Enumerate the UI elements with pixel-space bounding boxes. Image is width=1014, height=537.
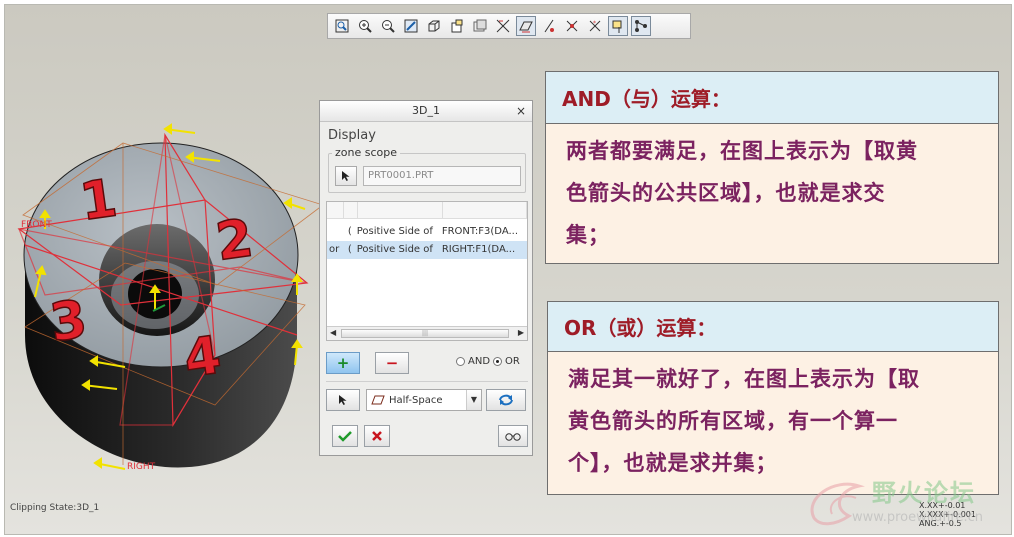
preview-button[interactable] xyxy=(498,425,528,447)
forum-watermark: 野火论坛 www.proewildfire.cn xyxy=(800,468,1000,530)
or-label: OR xyxy=(505,356,520,367)
horizontal-scrollbar[interactable]: ◀ ||| ▶ xyxy=(327,326,527,340)
list-row-right[interactable]: or ( Positive Side of RIGHT:F1(DA... xyxy=(327,241,527,259)
datum-front-label: FRONT xyxy=(21,220,52,230)
zoom-out-icon[interactable] xyxy=(378,16,398,36)
reference-field[interactable]: PRT0001.PRT xyxy=(363,166,521,186)
layers-icon[interactable] xyxy=(470,16,490,36)
flip-icon xyxy=(499,394,513,406)
combo-value: Half-Space xyxy=(389,394,443,406)
and-radio[interactable] xyxy=(456,357,465,366)
pointer-icon xyxy=(339,395,347,405)
close-icon[interactable]: × xyxy=(516,101,526,121)
chevron-down-icon[interactable]: ▼ xyxy=(466,390,481,410)
coordinate-system-icon[interactable] xyxy=(562,16,582,36)
or-radio[interactable] xyxy=(493,357,503,366)
annotations-icon[interactable]: * xyxy=(585,16,605,36)
half-space-icon xyxy=(371,395,385,405)
reference-list[interactable]: ( Positive Side of FRONT:F3(DA... or ( P… xyxy=(326,201,528,341)
svg-text:*: * xyxy=(593,20,596,27)
zoom-in-icon[interactable] xyxy=(355,16,375,36)
model-tree-icon[interactable] xyxy=(631,16,651,36)
flip-button[interactable] xyxy=(486,389,526,411)
datum-points-icon[interactable] xyxy=(539,16,559,36)
or-panel-title: OR（或）运算： xyxy=(548,302,998,352)
operator-radio-group: AND OR xyxy=(456,356,520,367)
saved-views-icon[interactable] xyxy=(447,16,467,36)
glasses-icon xyxy=(505,433,521,441)
list-header xyxy=(327,202,527,219)
cross-section-dialog: 3D_1 × Display PRT0001.PRT zone scope ( … xyxy=(319,100,533,456)
refit-icon[interactable] xyxy=(332,16,352,36)
spin-center-icon[interactable] xyxy=(608,16,628,36)
and-label: AND xyxy=(468,356,491,367)
dialog-title: 3D_1 xyxy=(412,104,440,117)
datum-planes-icon[interactable] xyxy=(493,16,513,36)
half-space-combo[interactable]: Half-Space ▼ xyxy=(366,389,482,411)
cancel-button[interactable] xyxy=(364,425,390,447)
and-panel-body: 两者都要满足，在图上表示为【取黄 色箭头的公共区域】，也就是求交 集； xyxy=(546,124,998,256)
and-panel-title: AND（与）运算： xyxy=(546,72,998,124)
list-row-front[interactable]: ( Positive Side of FRONT:F3(DA... xyxy=(327,223,527,241)
pointer-icon xyxy=(342,171,350,181)
and-panel-line: 色箭头的公共区域】，也就是求交 xyxy=(566,181,886,205)
display-style-icon[interactable] xyxy=(424,16,444,36)
part-model[interactable]: 1 2 3 4 FRONT RIGHT xyxy=(5,5,325,534)
remove-button[interactable]: − xyxy=(375,352,409,374)
scroll-right-icon[interactable]: ▶ xyxy=(518,328,524,337)
zone-scope-label: zone scope xyxy=(332,146,400,159)
display-section-label: Display xyxy=(328,128,376,143)
watermark-title: 野火论坛 xyxy=(872,479,976,507)
repaint-icon[interactable] xyxy=(401,16,421,36)
plus-icon: + xyxy=(336,354,350,372)
clipping-state-text: Clipping State:3D_1 xyxy=(10,503,100,513)
dialog-divider xyxy=(326,381,528,382)
select-reference-button[interactable] xyxy=(335,166,357,186)
scroll-thumb[interactable]: ||| xyxy=(341,329,509,338)
or-panel-body: 满足其一就好了，在图上表示为【取 黄色箭头的所有区域，有一个算一 个】，也就是求… xyxy=(548,352,998,484)
dialog-title-bar[interactable]: 3D_1 × xyxy=(320,101,532,122)
and-panel-line: 集； xyxy=(566,223,610,247)
minus-icon: − xyxy=(385,354,399,372)
or-explanation-panel: OR（或）运算： 满足其一就好了，在图上表示为【取 黄色箭头的所有区域，有一个算… xyxy=(547,301,999,495)
and-panel-line: 两者都要满足，在图上表示为【取黄 xyxy=(566,139,918,163)
view-toolbar: * xyxy=(327,13,691,39)
or-panel-line: 满足其一就好了，在图上表示为【取 xyxy=(568,367,920,391)
zone-scope-group: PRT0001.PRT xyxy=(328,153,526,193)
scroll-left-icon[interactable]: ◀ xyxy=(330,328,336,337)
datum-right-label: RIGHT xyxy=(127,462,156,472)
watermark-url: www.proewildfire.cn xyxy=(852,510,983,525)
pointer-button[interactable] xyxy=(326,389,360,411)
checkmark-icon xyxy=(338,431,352,442)
datum-axes-icon[interactable] xyxy=(516,16,536,36)
close-icon xyxy=(372,431,382,441)
ok-button[interactable] xyxy=(332,425,358,447)
or-panel-line: 黄色箭头的所有区域，有一个算一 xyxy=(568,409,898,433)
add-button[interactable]: + xyxy=(326,352,360,374)
and-explanation-panel: AND（与）运算： 两者都要满足，在图上表示为【取黄 色箭头的公共区域】，也就是… xyxy=(545,71,999,264)
